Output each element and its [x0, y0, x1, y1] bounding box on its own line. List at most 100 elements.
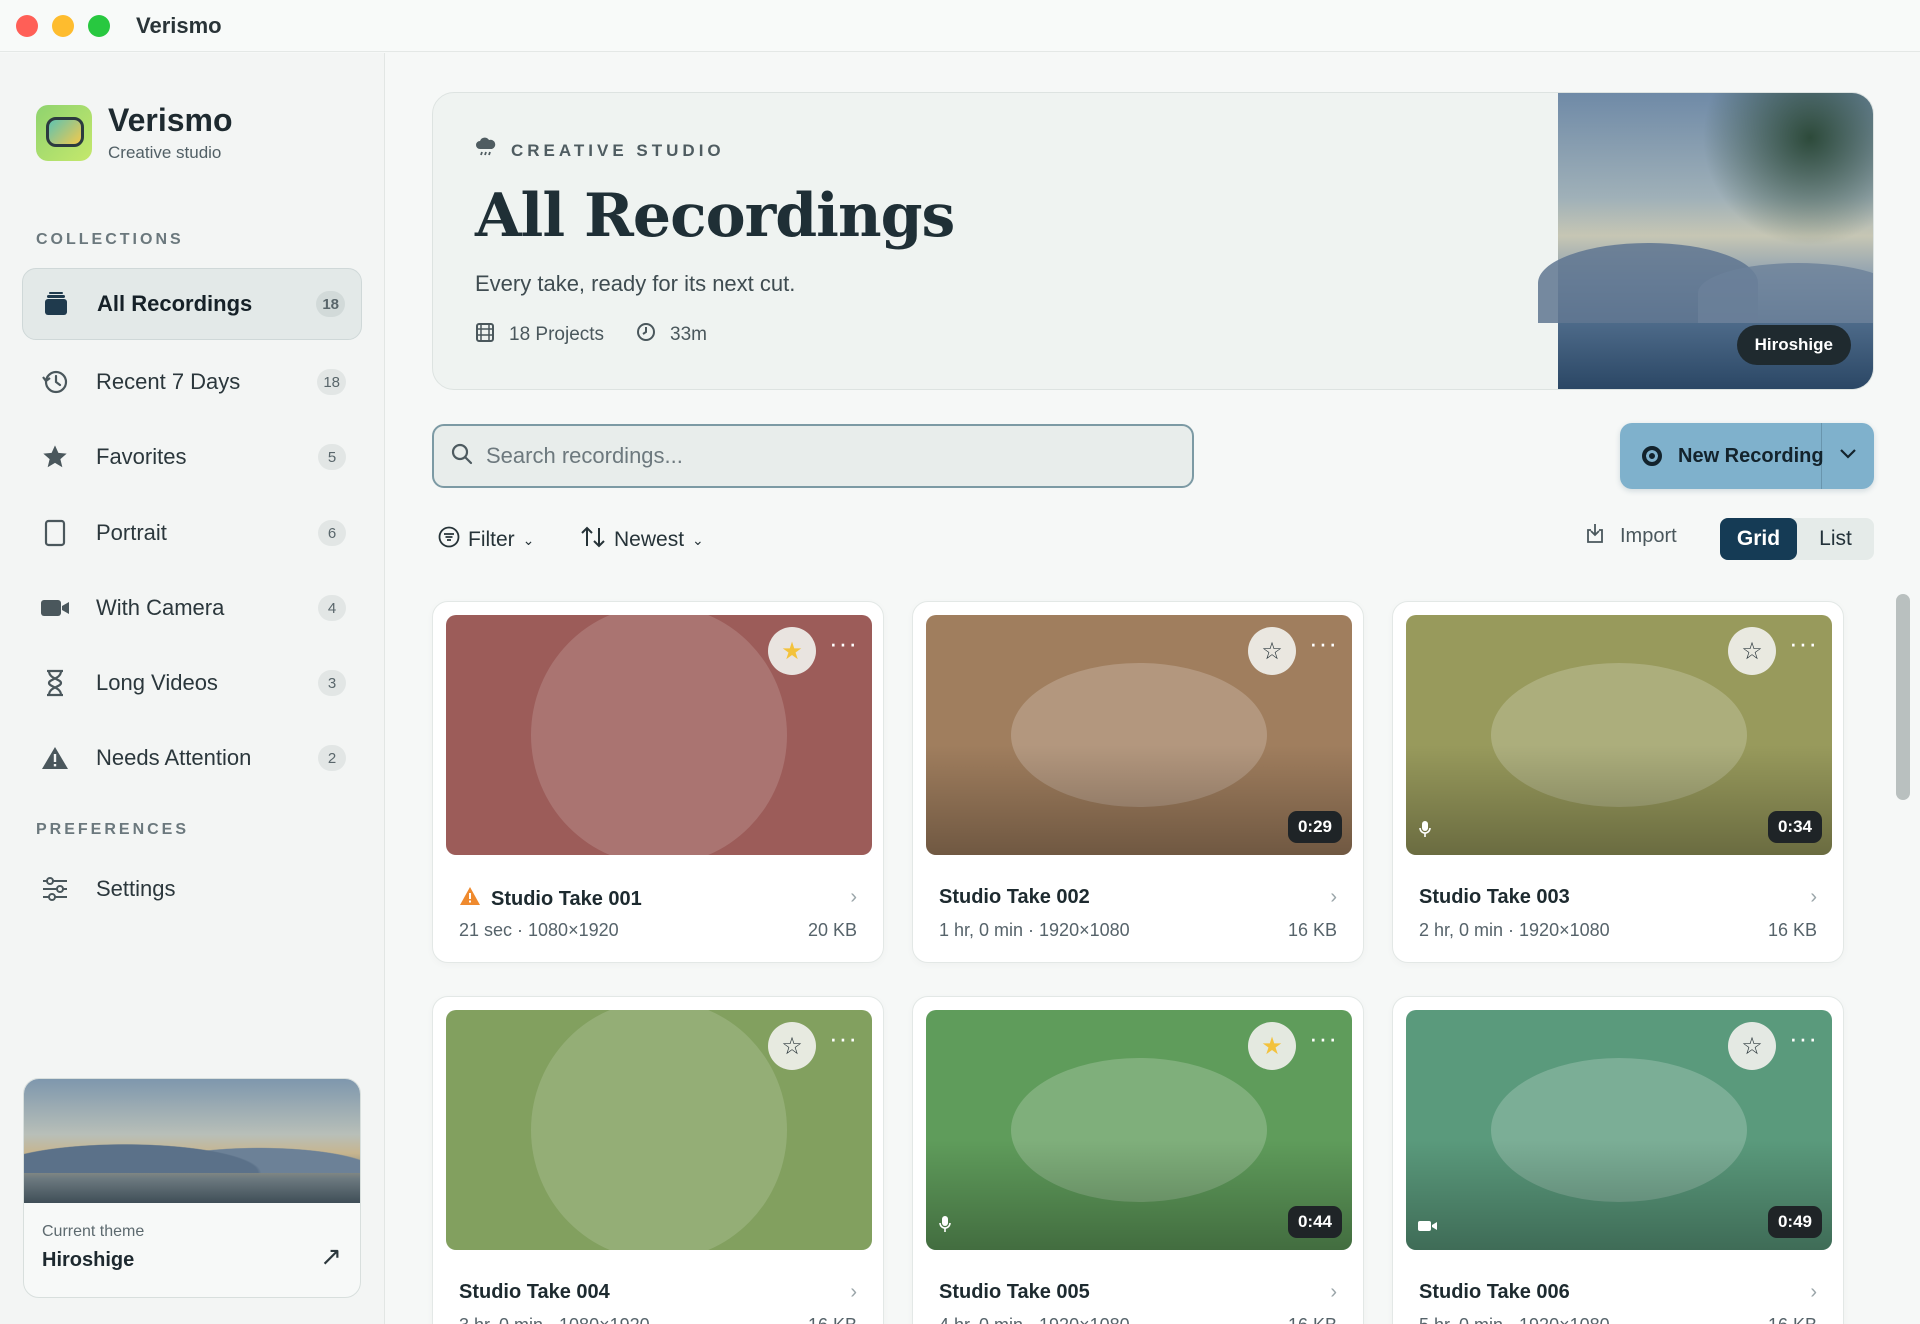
search-icon — [450, 442, 474, 471]
search-input[interactable] — [486, 443, 1146, 469]
recording-thumbnail[interactable]: ☆ ··· 0:49 — [1406, 1010, 1832, 1250]
sidebar-item-label: Favorites — [96, 444, 187, 469]
more-options-icon[interactable]: ··· — [1789, 630, 1818, 656]
list-view-button[interactable]: List — [1797, 518, 1874, 560]
card-meta: 21 sec · 1080×1920 — [459, 920, 619, 940]
artwork-badge: Hiroshige — [1736, 325, 1851, 365]
sidebar-item-recent-7-days[interactable]: Recent 7 Days 18 — [22, 346, 362, 418]
chevron-right-icon[interactable]: › — [1330, 886, 1337, 909]
chevron-right-icon[interactable]: › — [1330, 1281, 1337, 1304]
scrollbar[interactable] — [1896, 594, 1910, 800]
import-button[interactable]: Import — [1584, 522, 1677, 550]
card-title: Studio Take 004 — [459, 1281, 610, 1303]
new-recording-button[interactable]: New Recording — [1620, 423, 1874, 489]
recording-card[interactable]: ☆ ··· 0:49 Studio Take 006 › 5 hr, 0 min… — [1392, 996, 1844, 1324]
duration-badge: 0:29 — [1287, 811, 1342, 843]
portrait-icon — [40, 518, 70, 548]
card-title-row: Studio Take 005 — [939, 1281, 1090, 1304]
card-title-row: Studio Take 001 — [459, 886, 642, 912]
sidebar-item-needs-attention[interactable]: Needs Attention 2 — [22, 722, 362, 794]
theme-name: Hiroshige — [42, 1249, 135, 1271]
recording-thumbnail[interactable]: ☆ ··· 0:34 — [1406, 615, 1832, 855]
chevron-right-icon[interactable]: › — [850, 1281, 857, 1304]
sidebar-item-label: Portrait — [96, 520, 167, 545]
file-size: 16 KB — [1287, 920, 1337, 940]
search-bar[interactable] — [432, 424, 1194, 488]
more-options-icon[interactable]: ··· — [829, 630, 858, 656]
sort-label: Newest — [614, 528, 685, 551]
warning-icon — [459, 886, 481, 912]
recording-card[interactable]: ★ ··· Studio Take 001 › 21 sec · 1080×19… — [432, 601, 884, 963]
recording-card[interactable]: ★ ··· 0:44 Studio Take 005 › 4 hr, 0 min… — [912, 996, 1364, 1324]
more-options-icon[interactable]: ··· — [1309, 630, 1338, 656]
sidebar-item-count: 4 — [318, 595, 346, 621]
more-options-icon[interactable]: ··· — [829, 1025, 858, 1051]
sidebar-item-long-videos[interactable]: Long Videos 3 — [22, 647, 362, 719]
card-title: Studio Take 001 — [491, 887, 642, 910]
favorite-star-button[interactable]: ☆ — [1248, 627, 1296, 675]
favorite-star-button[interactable]: ★ — [1248, 1022, 1296, 1070]
close-window-button[interactable] — [16, 14, 38, 37]
sidebar-item-portrait[interactable]: Portrait 6 — [22, 497, 362, 569]
chevron-right-icon[interactable]: › — [1810, 886, 1817, 909]
recording-card[interactable]: ☆ ··· 0:29 Studio Take 002 › 1 hr, 0 min… — [912, 601, 1364, 963]
current-theme-card[interactable]: Current theme Hiroshige ↗ — [23, 1078, 361, 1298]
recording-thumbnail[interactable]: ☆ ··· — [446, 1010, 872, 1250]
camera-icon — [1418, 1219, 1438, 1238]
sidebar-item-with-camera[interactable]: With Camera 4 — [22, 572, 362, 644]
favorite-star-button[interactable]: ☆ — [1728, 1022, 1776, 1070]
recording-thumbnail[interactable]: ☆ ··· 0:29 — [926, 615, 1352, 855]
chevron-down-icon[interactable] — [1838, 443, 1858, 469]
brand: Verismo Creative studio — [36, 103, 233, 163]
more-options-icon[interactable]: ··· — [1789, 1025, 1818, 1051]
minimize-window-button[interactable] — [52, 14, 74, 37]
sidebar-item-favorites[interactable]: Favorites 5 — [22, 421, 362, 493]
hero-artwork: Hiroshige — [1538, 93, 1873, 389]
favorite-star-button[interactable]: ★ — [768, 627, 816, 675]
theme-preview-image — [24, 1079, 360, 1203]
hourglass-icon — [40, 668, 70, 698]
favorite-star-button[interactable]: ☆ — [768, 1022, 816, 1070]
file-size: 20 KB — [807, 920, 857, 940]
file-size: 16 KB — [1288, 1315, 1337, 1324]
film-icon — [475, 321, 495, 349]
duration-badge: 0:34 — [1767, 811, 1822, 843]
sidebar-item-count: 2 — [318, 745, 346, 771]
zoom-window-button[interactable] — [88, 14, 110, 37]
star-icon — [40, 442, 70, 472]
preferences-label: PREFERENCES — [36, 821, 190, 838]
import-label: Import — [1620, 524, 1677, 547]
chevron-right-icon[interactable]: › — [1810, 1281, 1817, 1304]
theme-label: Current theme — [42, 1223, 145, 1240]
recording-thumbnail[interactable]: ★ ··· — [446, 615, 872, 855]
card-title: Studio Take 002 — [939, 886, 1090, 908]
sidebar-item-settings[interactable]: Settings — [22, 853, 362, 925]
card-title-row: Studio Take 002 — [939, 886, 1090, 909]
projects-count: 18 Projects — [509, 324, 605, 345]
recording-card[interactable]: ☆ ··· 0:34 Studio Take 003 › 2 hr, 0 min… — [1392, 601, 1844, 963]
card-title: Studio Take 006 — [1419, 1281, 1570, 1303]
sidebar-item-label: All Recordings — [97, 291, 253, 316]
total-duration: 33m — [670, 324, 708, 345]
clock-icon — [636, 322, 656, 348]
sidebar-item-count: 6 — [318, 520, 346, 546]
more-options-icon[interactable]: ··· — [1309, 1025, 1338, 1051]
chevron-down-icon: ⌄ — [692, 531, 704, 548]
favorite-star-button[interactable]: ☆ — [1728, 627, 1776, 675]
sidebar-item-all-recordings[interactable]: All Recordings 18 — [22, 268, 362, 340]
grid-view-button[interactable]: Grid — [1720, 518, 1797, 560]
app-logo-icon — [36, 105, 92, 161]
card-meta: 3 hr, 0 min · 1080×1920 — [459, 1315, 650, 1324]
filter-label: Filter — [468, 528, 515, 551]
file-size: 16 KB — [1768, 1315, 1817, 1324]
duration-badge: 0:44 — [1287, 1206, 1342, 1238]
camera-icon — [40, 593, 70, 623]
recording-thumbnail[interactable]: ★ ··· 0:44 — [926, 1010, 1352, 1250]
open-arrow-icon[interactable]: ↗ — [320, 1241, 342, 1272]
file-size: 16 KB — [808, 1315, 857, 1324]
chevron-right-icon[interactable]: › — [850, 886, 857, 909]
sort-button[interactable]: Newest ⌄ — [580, 520, 704, 560]
sidebar-item-label: Recent 7 Days — [96, 369, 241, 394]
recording-card[interactable]: ☆ ··· Studio Take 004 › 3 hr, 0 min · 10… — [432, 996, 884, 1324]
filter-button[interactable]: Filter ⌄ — [438, 520, 534, 560]
